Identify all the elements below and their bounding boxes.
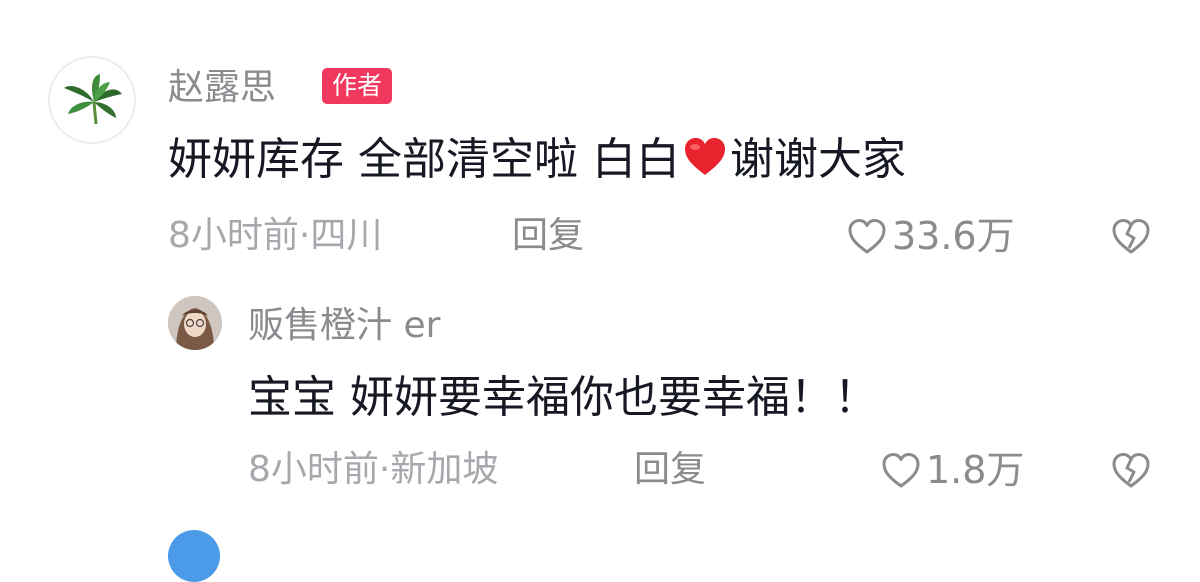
username[interactable]: 贩售橙汁 er (248, 304, 440, 348)
user-avatar[interactable] (48, 56, 136, 144)
person-photo-icon (168, 296, 222, 350)
author-badge: 作者 (322, 68, 393, 104)
username[interactable]: 赵露思 (168, 66, 276, 110)
leaf-icon (64, 74, 122, 125)
broken-heart-icon[interactable] (1110, 216, 1152, 256)
reply-button[interactable]: 回复 (512, 214, 584, 258)
comment-item: 贩售橙汁 er 宝宝 妍妍要幸福你也要幸福！！ 8小时前·新加坡 回复 1.8万 (0, 290, 1200, 520)
comment-text-part: 谢谢大家 (729, 134, 906, 185)
broken-heart-icon[interactable] (1110, 450, 1152, 490)
comment-item: 赵露思 作者 妍妍库存 全部清空啦 白白 谢谢大家 8小时前·四川 回复 33.… (0, 0, 1200, 290)
comment-meta: 8小时前·四川 (168, 215, 383, 256)
reply-button[interactable]: 回复 (634, 448, 706, 492)
red-heart-icon (684, 138, 725, 175)
like-count: 1.8万 (926, 448, 1025, 492)
user-avatar[interactable] (168, 530, 220, 582)
heart-outline-icon (882, 453, 920, 488)
comment-text-part: 妍妍库存 全部清空啦 白白 (168, 134, 680, 185)
comment-text: 宝宝 妍妍要幸福你也要幸福！！ (248, 372, 878, 423)
heart-outline-icon (848, 219, 886, 254)
like-button[interactable]: 1.8万 (880, 448, 1024, 492)
like-button[interactable]: 33.6万 (846, 214, 1015, 258)
comment-meta: 8小时前·新加坡 (248, 449, 499, 490)
comment-text: 妍妍库存 全部清空啦 白白 谢谢大家 (168, 132, 906, 188)
like-count: 33.6万 (892, 214, 1015, 258)
user-avatar[interactable] (168, 296, 222, 350)
